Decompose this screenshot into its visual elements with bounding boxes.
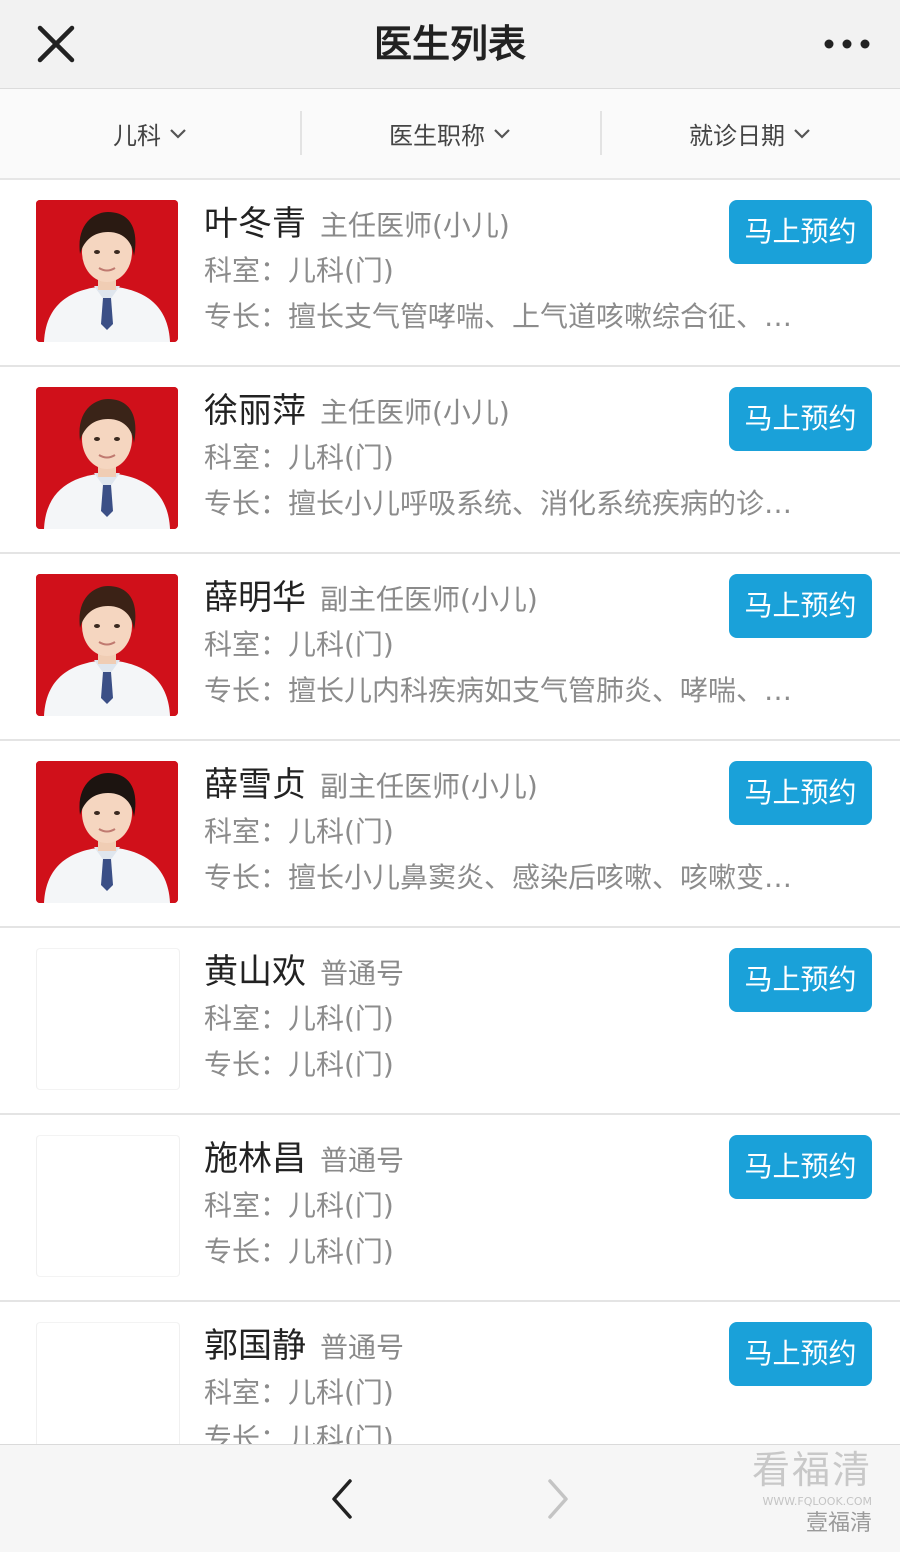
doctor-avatar xyxy=(36,574,178,716)
doctor-avatar xyxy=(36,1135,180,1277)
doctor-portrait-icon xyxy=(36,387,178,529)
doctor-specialty: 专长：擅长儿内科疾病如支气管肺炎、哮喘、… xyxy=(204,674,793,707)
doctor-title: 普通号 xyxy=(320,1144,405,1177)
doctor-title: 普通号 xyxy=(320,1331,405,1364)
book-now-button[interactable]: 马上预约 xyxy=(729,387,872,451)
more-icon xyxy=(824,39,870,49)
doctor-list: 叶冬青 主任医师(小儿) 科室：儿科(门) 专长：擅长支气管哮喘、上气道咳嗽综合征、…… xyxy=(0,180,900,1489)
doctor-card[interactable]: 施林昌 普通号 科室：儿科(门) 专长：儿科(门) 马上预约 xyxy=(0,1115,900,1302)
close-icon xyxy=(37,25,75,63)
chevron-right-icon xyxy=(548,1479,568,1519)
doctor-specialty: 专长：儿科(门) xyxy=(204,1235,394,1268)
doctor-portrait-icon xyxy=(36,574,178,716)
doctor-title: 副主任医师(小儿) xyxy=(320,770,538,803)
doctor-portrait-icon xyxy=(36,761,178,903)
filter-doctor-title[interactable]: 医生职称 xyxy=(300,89,600,178)
filter-label: 医生职称 xyxy=(389,122,485,150)
filter-label: 就诊日期 xyxy=(689,122,785,150)
chevron-down-icon xyxy=(170,128,186,139)
doctor-card[interactable]: 薛明华 副主任医师(小儿) 科室：儿科(门) 专长：擅长儿内科疾病如支气管肺炎、哮喘、… xyxy=(0,554,900,741)
doctor-name: 薛雪贞 xyxy=(204,765,306,805)
doctor-name: 薛明华 xyxy=(204,578,306,618)
filter-visit-date[interactable]: 就诊日期 xyxy=(600,89,900,178)
close-button[interactable] xyxy=(34,22,78,66)
doctor-name: 徐丽萍 xyxy=(204,391,306,431)
chevron-down-icon xyxy=(794,128,810,139)
watermark: 看福清 WWW.FQLOOK.COM 壹福清 xyxy=(692,1445,872,1552)
doctor-avatar xyxy=(36,387,178,529)
chevron-down-icon xyxy=(494,128,510,139)
filter-department[interactable]: 儿科 xyxy=(0,89,300,178)
doctor-specialty: 专长：儿科(门) xyxy=(204,1048,394,1081)
doctor-avatar xyxy=(36,761,178,903)
doctor-name: 叶冬青 xyxy=(204,204,306,244)
doctor-specialty: 专长：擅长支气管哮喘、上气道咳嗽综合征、… xyxy=(204,300,793,333)
doctor-specialty: 专长：擅长小儿呼吸系统、消化系统疾病的诊… xyxy=(204,487,793,520)
page-title: 医生列表 xyxy=(373,22,526,66)
doctor-card[interactable]: 徐丽萍 主任医师(小儿) 科室：儿科(门) 专长：擅长小儿呼吸系统、消化系统疾病的诊…… xyxy=(0,367,900,554)
doctor-title: 普通号 xyxy=(320,957,405,990)
watermark-brand: 看福清 xyxy=(751,1448,872,1492)
more-options-button[interactable] xyxy=(822,28,872,60)
book-now-button[interactable]: 马上预约 xyxy=(729,761,872,825)
filter-bar: 儿科 医生职称 就诊日期 xyxy=(0,89,900,180)
doctor-card[interactable]: 薛雪贞 副主任医师(小儿) 科室：儿科(门) 专长：擅长小儿鼻窦炎、感染后咳嗽、咳嗽变… xyxy=(0,741,900,928)
watermark-url: WWW.FQLOOK.COM xyxy=(762,1495,872,1508)
book-now-button[interactable]: 马上预约 xyxy=(729,574,872,638)
doctor-specialty: 专长：擅长小儿鼻窦炎、感染后咳嗽、咳嗽变… xyxy=(204,861,793,894)
book-now-button[interactable]: 马上预约 xyxy=(729,1135,872,1199)
book-now-button[interactable]: 马上预约 xyxy=(729,1322,872,1386)
bottom-nav-bar: 看福清 WWW.FQLOOK.COM 壹福清 xyxy=(0,1444,900,1552)
doctor-avatar xyxy=(36,1322,180,1464)
doctor-name: 施林昌 xyxy=(204,1139,306,1179)
doctor-title: 副主任医师(小儿) xyxy=(320,583,538,616)
back-button[interactable] xyxy=(318,1475,366,1523)
doctor-card[interactable]: 叶冬青 主任医师(小儿) 科室：儿科(门) 专长：擅长支气管哮喘、上气道咳嗽综合征、…… xyxy=(0,180,900,367)
watermark-account: 壹福清 xyxy=(805,1511,872,1536)
doctor-portrait-icon xyxy=(36,200,178,342)
doctor-title: 主任医师(小儿) xyxy=(320,396,510,429)
chevron-left-icon xyxy=(332,1479,352,1519)
filter-label: 儿科 xyxy=(113,122,161,150)
doctor-name: 郭国静 xyxy=(204,1326,306,1366)
doctor-card[interactable]: 黄山欢 普通号 科室：儿科(门) 专长：儿科(门) 马上预约 xyxy=(0,928,900,1115)
doctor-name: 黄山欢 xyxy=(204,952,306,992)
top-nav-bar: 医生列表 xyxy=(0,0,900,89)
doctor-avatar xyxy=(36,200,178,342)
book-now-button[interactable]: 马上预约 xyxy=(729,948,872,1012)
doctor-avatar xyxy=(36,948,180,1090)
doctor-title: 主任医师(小儿) xyxy=(320,209,510,242)
forward-button[interactable] xyxy=(534,1475,582,1523)
book-now-button[interactable]: 马上预约 xyxy=(729,200,872,264)
